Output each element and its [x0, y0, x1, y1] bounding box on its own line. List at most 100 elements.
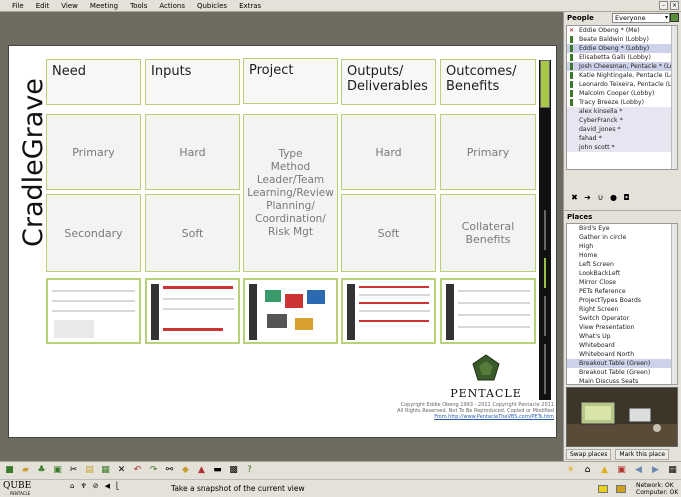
strip-decoration [544, 210, 546, 394]
status-icon [570, 63, 573, 70]
place-item[interactable]: Whiteboard North [567, 350, 677, 359]
status-icon [570, 90, 573, 97]
place-item[interactable]: Gather in circle [567, 233, 677, 242]
place-item[interactable]: View Presentation [567, 323, 677, 332]
people-scrollbar[interactable] [671, 26, 677, 169]
magnet-icon[interactable]: ∪ [595, 192, 606, 203]
warning-icon[interactable]: ▲ [598, 464, 611, 477]
place-item[interactable]: Home [567, 251, 677, 260]
person-item[interactable]: ✕ Eddie Obeng * (Me) [567, 26, 677, 35]
kick-icon[interactable]: ✖ [569, 192, 580, 203]
lock-icon[interactable]: ⌂ [70, 482, 74, 490]
menu-actions[interactable]: Actions [153, 0, 191, 12]
chat-icon[interactable]: ● [608, 192, 619, 203]
link-icon[interactable]: ⚯ [163, 464, 176, 477]
menu-tools[interactable]: Tools [124, 0, 153, 12]
place-item[interactable]: ProjectTypes Boards [567, 296, 677, 305]
presentation-stage[interactable]: CradleGrave Need Inputs Project Outputs/… [0, 12, 563, 461]
place-item[interactable]: Breakout Table (Green) [567, 368, 677, 377]
place-preview-image [567, 388, 677, 446]
person-item[interactable]: Malcolm Cooper (Lobby) [567, 89, 677, 98]
help-icon[interactable]: ? [243, 464, 256, 477]
place-item[interactable]: Mirror Close [567, 278, 677, 287]
note-icon[interactable]: ▤ [83, 464, 96, 477]
mic-icon[interactable]: ♆ [80, 482, 86, 490]
back-icon[interactable]: ◀ [632, 464, 645, 477]
paste-icon[interactable]: ▦ [99, 464, 112, 477]
person-item[interactable]: fahad * [567, 134, 677, 143]
warning-status-icon[interactable] [616, 485, 626, 493]
house-icon[interactable]: ⌂ [581, 464, 594, 477]
person-item[interactable]: Leonardo Teixeira, Pentacle (Lo [567, 80, 677, 89]
thumbnail-2[interactable] [145, 278, 240, 344]
forward-icon[interactable]: ▶ [649, 464, 662, 477]
cell-inputs-hard: Hard [145, 114, 240, 190]
cut-icon[interactable]: ✂ [67, 464, 80, 477]
person-item[interactable]: Tracy Breeze (Lobby) [567, 98, 677, 107]
places-list[interactable]: Bird's Eye Gather in circle High Home Le… [566, 223, 678, 385]
pin-icon[interactable]: ◆ [179, 464, 192, 477]
menu-edit[interactable]: Edit [30, 0, 56, 12]
place-item[interactable]: Right Screen [567, 305, 677, 314]
delete-icon[interactable]: ✕ [115, 464, 128, 477]
record-icon[interactable]: ▲ [195, 464, 208, 477]
people-list[interactable]: ✕ Eddie Obeng * (Me) Beate Baldwin (Lobby… [566, 25, 678, 170]
place-item[interactable]: LookBackLeft [567, 269, 677, 278]
menu-qubicles[interactable]: Qubicles [191, 0, 233, 12]
note-status-icon[interactable] [598, 485, 608, 493]
swap-places-button[interactable]: Swap places [566, 449, 612, 460]
camera-icon[interactable]: ▬ [211, 464, 224, 477]
menu-file[interactable]: File [6, 0, 30, 12]
thumbnail-5[interactable] [440, 278, 536, 344]
place-item[interactable]: Left Screen [567, 260, 677, 269]
sun-icon[interactable]: ☀ [564, 464, 577, 477]
menu-extras[interactable]: Extras [233, 0, 267, 12]
save-icon[interactable]: ▣ [51, 464, 64, 477]
place-item[interactable]: What's Up [567, 332, 677, 341]
places-scrollbar[interactable] [671, 224, 677, 384]
place-item-selected[interactable]: Breakout Table (Green) [567, 359, 677, 368]
person-item[interactable]: Beate Baldwin (Lobby) [567, 35, 677, 44]
place-item[interactable]: Whiteboard [567, 341, 677, 350]
speaker-icon[interactable]: ◀ [105, 482, 110, 490]
mute-icon[interactable]: ⊘ [93, 482, 99, 490]
minimize-button[interactable]: – [659, 1, 668, 10]
signal-icon[interactable]: ⎣ [116, 482, 120, 490]
thumbnail-3[interactable] [243, 278, 338, 344]
close-button[interactable]: × [670, 1, 679, 10]
snapshot-icon[interactable]: ◘ [621, 192, 632, 203]
person-item[interactable]: Josh Cheesman, Pentacle * (Lo [567, 62, 677, 71]
grid-icon[interactable]: ▩ [227, 464, 240, 477]
place-item[interactable]: Switch Operator [567, 314, 677, 323]
folder-icon[interactable]: ▰ [19, 464, 32, 477]
person-item[interactable]: Elisabetta Galli (Lobby) [567, 53, 677, 62]
mark-place-button[interactable]: Mark this place [615, 449, 670, 460]
place-item[interactable]: Main Discuss Seats [567, 377, 677, 384]
person-item[interactable]: alex kinsella * [567, 107, 677, 116]
thumbnail-4[interactable] [341, 278, 436, 344]
map-icon[interactable]: ▦ [666, 464, 679, 477]
place-item[interactable]: PETs Reference [567, 287, 677, 296]
bottom-toolbar: ■ ▰ ♣ ▣ ✂ ▤ ▦ ✕ ↶ ↷ ⚯ ◆ ▲ ▬ ▩ ? ☀ ⌂ ▲ ▣ … [0, 461, 681, 479]
person-item[interactable]: CyberFranck * [567, 116, 677, 125]
goto-icon[interactable]: ➜ [582, 192, 593, 203]
person-item[interactable]: david_jones * [567, 125, 677, 134]
undo-icon[interactable]: ↶ [131, 464, 144, 477]
home-icon[interactable]: ■ [3, 464, 16, 477]
person-item[interactable]: Eddie Obeng * (Lobby) [567, 44, 677, 53]
status-icon [570, 72, 573, 79]
share-icon[interactable]: ♣ [35, 464, 48, 477]
redo-icon[interactable]: ↷ [147, 464, 160, 477]
status-icons: ⌂ ♆ ⊘ ◀ ⎣ [70, 482, 120, 490]
menu-view[interactable]: View [55, 0, 84, 12]
person-item[interactable]: Katie Nightingale, Pentacle (Lo [567, 71, 677, 80]
place-item[interactable]: High [567, 242, 677, 251]
place-item[interactable]: Bird's Eye [567, 224, 677, 233]
copyright-link[interactable]: From http://www.PentacleTheVBS.com/PETs.… [394, 414, 554, 420]
flag-icon[interactable]: ▣ [615, 464, 628, 477]
menu-meeting[interactable]: Meeting [84, 0, 124, 12]
person-item[interactable]: john scott * [567, 143, 677, 152]
thumbnail-1[interactable] [46, 278, 141, 344]
people-filter-select[interactable]: Everyone ▾ [612, 13, 670, 23]
people-add-icon[interactable] [670, 13, 679, 22]
